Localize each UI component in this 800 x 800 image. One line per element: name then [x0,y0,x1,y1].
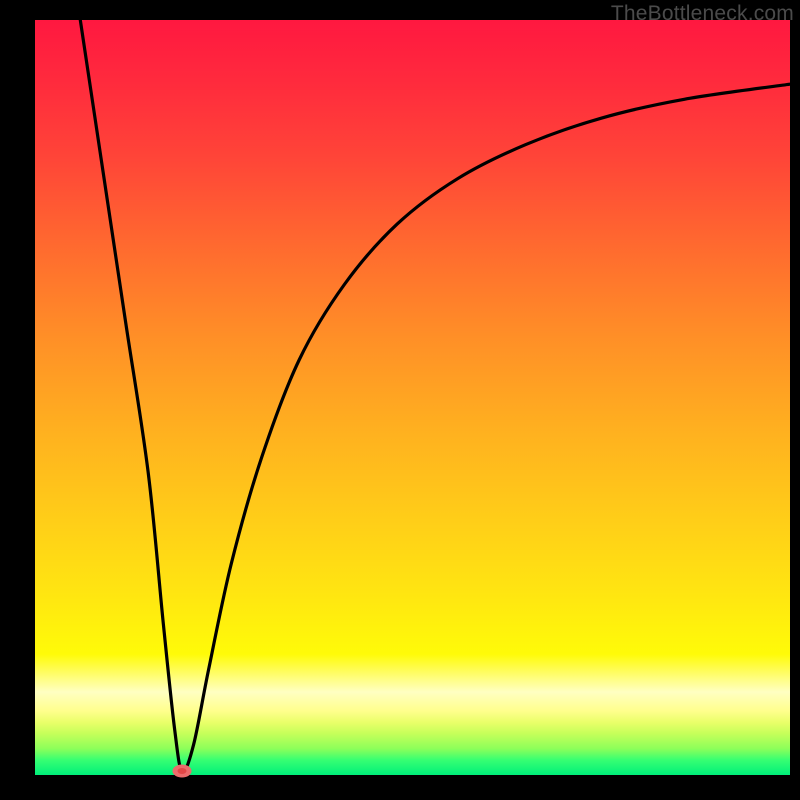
chart-frame: TheBottleneck.com [0,0,800,800]
current-config-marker-core [178,768,187,774]
plot-area [35,20,790,775]
